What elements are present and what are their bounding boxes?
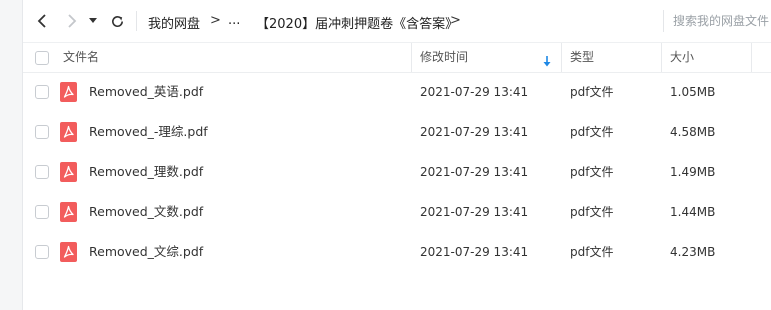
row-checkbox[interactable]: [35, 85, 49, 99]
file-size: 1.05MB: [670, 85, 716, 99]
history-dropdown-icon[interactable]: [87, 11, 99, 31]
file-modified-time: 2021-07-29 13:41: [420, 205, 529, 219]
column-divider: [751, 43, 752, 72]
file-browser: 我的网盘 > ... 【2020】届冲刺押题卷《含答案》 > 文件名 修改时间 …: [23, 0, 771, 310]
file-row[interactable]: Removed_-理综.pdf 2021-07-29 13:41 pdf文件 4…: [23, 112, 771, 152]
breadcrumb-separator: >: [210, 13, 221, 28]
file-type: pdf文件: [570, 205, 614, 219]
row-checkbox[interactable]: [35, 165, 49, 179]
column-header-size[interactable]: 大小: [670, 43, 694, 72]
breadcrumb-ellipsis[interactable]: ...: [228, 13, 240, 28]
forward-arrow-icon[interactable]: [62, 11, 82, 31]
left-panel-edge: [0, 0, 23, 310]
pdf-file-icon: [60, 82, 77, 102]
column-header-type[interactable]: 类型: [570, 43, 594, 72]
file-modified-time: 2021-07-29 13:41: [420, 125, 529, 139]
file-size: 4.58MB: [670, 125, 716, 139]
pdf-file-icon: [60, 242, 77, 262]
refresh-icon[interactable]: [107, 11, 127, 31]
file-name[interactable]: Removed_文数.pdf: [89, 192, 203, 232]
pdf-file-icon: [60, 162, 77, 182]
file-type: pdf文件: [570, 85, 614, 99]
file-row[interactable]: Removed_文数.pdf 2021-07-29 13:41 pdf文件 1.…: [23, 192, 771, 232]
row-checkbox[interactable]: [35, 205, 49, 219]
pdf-file-icon: [60, 202, 77, 222]
file-modified-time: 2021-07-29 13:41: [420, 245, 529, 259]
column-header-modified[interactable]: 修改时间: [420, 43, 468, 72]
breadcrumb-root[interactable]: 我的网盘: [148, 13, 200, 32]
column-divider: [661, 43, 662, 72]
file-row[interactable]: Removed_文综.pdf 2021-07-29 13:41 pdf文件 4.…: [23, 232, 771, 272]
file-modified-time: 2021-07-29 13:41: [420, 165, 529, 179]
breadcrumb-separator: >: [450, 13, 461, 28]
pdf-file-icon: [60, 122, 77, 142]
file-name[interactable]: Removed_理数.pdf: [89, 152, 203, 192]
file-name[interactable]: Removed_文综.pdf: [89, 232, 203, 272]
file-name[interactable]: Removed_英语.pdf: [89, 72, 203, 112]
search-divider: [663, 10, 664, 32]
search-input[interactable]: [673, 11, 771, 31]
column-header-name[interactable]: 文件名: [63, 43, 99, 72]
toolbar: 我的网盘 > ... 【2020】届冲刺押题卷《含答案》 >: [23, 0, 771, 43]
sort-descending-icon[interactable]: [543, 52, 551, 71]
file-size: 1.44MB: [670, 205, 716, 219]
file-type: pdf文件: [570, 245, 614, 259]
file-row[interactable]: Removed_英语.pdf 2021-07-29 13:41 pdf文件 1.…: [23, 72, 771, 112]
file-size: 4.23MB: [670, 245, 716, 259]
file-modified-time: 2021-07-29 13:41: [420, 85, 529, 99]
file-row[interactable]: Removed_理数.pdf 2021-07-29 13:41 pdf文件 1.…: [23, 152, 771, 192]
select-all-checkbox[interactable]: [35, 51, 49, 65]
column-divider: [561, 43, 562, 72]
file-type: pdf文件: [570, 165, 614, 179]
file-list-header: 文件名 修改时间 类型 大小: [23, 43, 771, 73]
column-divider: [411, 43, 412, 72]
row-checkbox[interactable]: [35, 125, 49, 139]
breadcrumb-current-folder[interactable]: 【2020】届冲刺押题卷《含答案》: [256, 13, 458, 32]
file-type: pdf文件: [570, 125, 614, 139]
back-arrow-icon[interactable]: [32, 11, 52, 31]
row-checkbox[interactable]: [35, 245, 49, 259]
toolbar-divider: [136, 11, 137, 31]
file-name[interactable]: Removed_-理综.pdf: [89, 112, 208, 152]
file-size: 1.49MB: [670, 165, 716, 179]
